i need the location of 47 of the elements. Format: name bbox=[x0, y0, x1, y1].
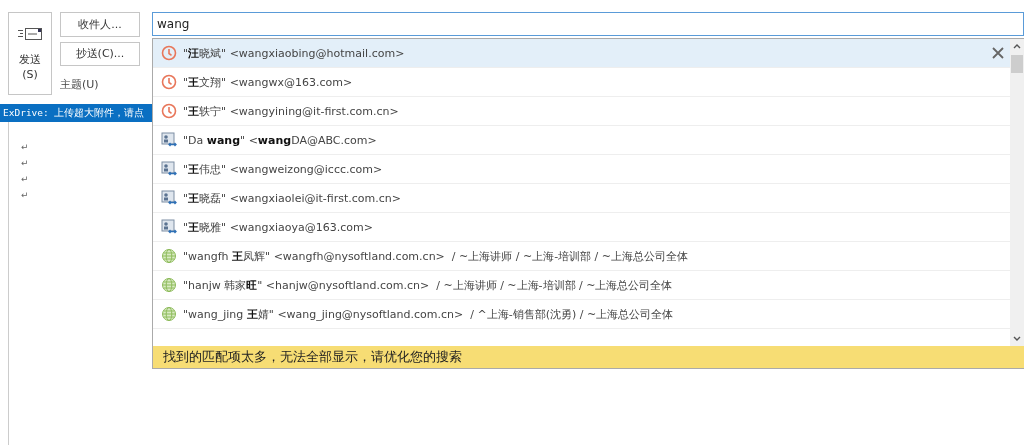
too-many-matches-notice: 找到的匹配项太多，无法全部显示，请优化您的搜索 bbox=[153, 346, 1024, 368]
to-field[interactable]: wang bbox=[152, 12, 1024, 36]
contact-card-icon bbox=[161, 219, 177, 235]
suggestion-item[interactable]: "王轶宁" <wangyining@it-first.com.cn> bbox=[153, 97, 1010, 126]
scrollbar-thumb[interactable] bbox=[1011, 55, 1023, 73]
suggestion-item[interactable]: "hanjw 韩家旺" <hanjw@nysoftland.com.cn> / ~上海讲师 / ~上海-培训部 / ~上海总公司全体 bbox=[153, 271, 1010, 300]
globe-icon bbox=[161, 248, 177, 264]
suggestion-text: "汪晓斌" <wangxiaobing@hotmail.com> bbox=[183, 45, 406, 61]
scroll-up-icon[interactable] bbox=[1013, 43, 1021, 49]
suggestion-item[interactable]: "汪晓斌" <wangxiaobing@hotmail.com> bbox=[153, 39, 1010, 68]
paragraph-mark: ↵ bbox=[21, 157, 30, 170]
suggestion-item[interactable]: "王晓磊" <wangxiaolei@it-first.com.cn> bbox=[153, 184, 1010, 213]
suggestion-text: "王轶宁" <wangyining@it-first.com.cn> bbox=[183, 103, 400, 119]
globe-icon bbox=[161, 277, 177, 293]
suggestion-text: "wangfh 王凤辉" <wangfh@nysoftland.com.cn> / ~上海讲师 / ~上海-培训部 / ~上海总公司全体 bbox=[183, 248, 690, 264]
suggestion-item[interactable]: "王晓雅" <wangxiaoya@163.com> bbox=[153, 213, 1010, 242]
suggestion-item[interactable]: "王伟忠" <wangweizong@iccc.com> bbox=[153, 155, 1010, 184]
suggestion-text: "王晓磊" <wangxiaolei@it-first.com.cn> bbox=[183, 190, 402, 206]
globe-icon bbox=[161, 306, 177, 322]
suggestion-text: "王伟忠" <wangweizong@iccc.com> bbox=[183, 161, 384, 177]
paragraph-mark: ↵ bbox=[21, 189, 30, 202]
paragraph-mark: ↵ bbox=[21, 141, 30, 154]
clock-icon bbox=[161, 45, 177, 61]
exdrive-bar: ExDrive: 上传超大附件，请点 bbox=[0, 104, 152, 122]
suggestion-text: "hanjw 韩家旺" <hanjw@nysoftland.com.cn> / ~上海讲师 / ~上海-培训部 / ~上海总公司全体 bbox=[183, 277, 674, 293]
suggestion-text: "Da wang" <wangDA@ABC.com> bbox=[183, 133, 378, 147]
paragraph-mark: ↵ bbox=[21, 173, 30, 186]
contact-card-icon bbox=[161, 132, 177, 148]
to-button[interactable]: 收件人... bbox=[60, 12, 140, 37]
suggestion-text: "王晓雅" <wangxiaoya@163.com> bbox=[183, 219, 375, 235]
suggestion-text: "王文翔" <wangwx@163.com> bbox=[183, 74, 354, 90]
suggestion-item[interactable]: "Da wang" <wangDA@ABC.com> bbox=[153, 126, 1010, 155]
suggestion-item[interactable]: "wangfh 王凤辉" <wangfh@nysoftland.com.cn> / ~上海讲师 / ~上海-培训部 / ~上海总公司全体 bbox=[153, 242, 1010, 271]
remove-icon[interactable] bbox=[992, 47, 1004, 59]
clock-icon bbox=[161, 74, 177, 90]
contact-card-icon bbox=[161, 161, 177, 177]
scrollbar[interactable] bbox=[1010, 39, 1024, 346]
clock-icon bbox=[161, 103, 177, 119]
contact-card-icon bbox=[161, 190, 177, 206]
cc-button[interactable]: 抄送(C)... bbox=[60, 41, 140, 66]
envelope-icon bbox=[17, 25, 43, 42]
scroll-down-icon[interactable] bbox=[1013, 336, 1021, 342]
suggestion-item[interactable]: "王文翔" <wangwx@163.com> bbox=[153, 68, 1010, 97]
send-button[interactable]: 发送 (S) bbox=[8, 12, 52, 95]
suggestion-item[interactable]: "wang_jing 王婧" <wang_jing@nysoftland.com.cn> / ^上海-销售部(沈勇) / ~上海总公司全体 bbox=[153, 300, 1010, 329]
subject-label: 主题(U) bbox=[60, 77, 100, 92]
suggestion-text: "wang_jing 王婧" <wang_jing@nysoftland.com.cn> / ^上海-销售部(沈勇) / ~上海总公司全体 bbox=[183, 306, 675, 322]
